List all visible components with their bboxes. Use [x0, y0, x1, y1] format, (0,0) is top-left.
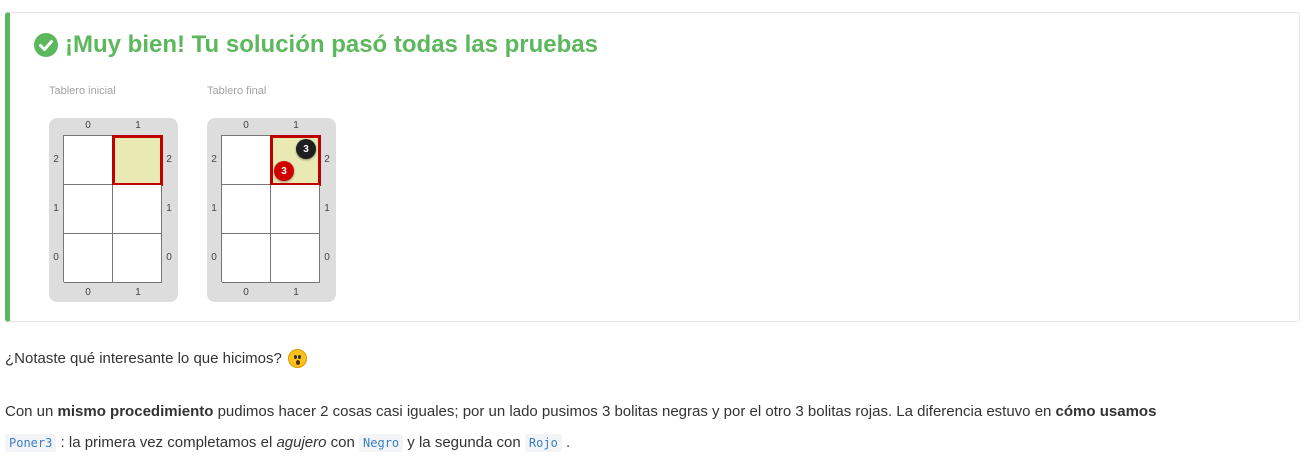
- row-label: 0: [324, 252, 330, 263]
- result-title: ¡Muy bien! Tu solución pasó todas las pr…: [34, 31, 598, 59]
- board-grid: [63, 135, 163, 283]
- board-cell: [271, 185, 320, 234]
- board-caption-final: Tablero final: [207, 85, 267, 97]
- text: : la primera vez completamos el: [56, 434, 277, 451]
- board-cell: [113, 185, 162, 234]
- row-label: 0: [53, 252, 59, 263]
- board-cell: [64, 136, 113, 185]
- board-caption-initial: Tablero inicial: [49, 85, 116, 97]
- row-label: 0: [211, 252, 217, 263]
- result-title-text: ¡Muy bien! Tu solución pasó todas las pr…: [65, 31, 598, 58]
- text: pudimos hacer 2 cosas casi iguales; por …: [213, 403, 1056, 420]
- row-label: 2: [166, 154, 172, 165]
- code-rojo: Rojo: [524, 434, 562, 452]
- check-circle-icon: [34, 33, 58, 57]
- col-label: 1: [293, 120, 299, 131]
- italic-text: agujero: [276, 434, 327, 451]
- code-negro: Negro: [359, 434, 404, 452]
- row-label: 1: [166, 203, 172, 214]
- explanation-paragraph: Con un mismo procedimiento pudimos hacer…: [5, 396, 1295, 459]
- text: .: [561, 434, 571, 451]
- col-label: 0: [243, 287, 249, 298]
- board-grid: 3 3: [221, 135, 321, 283]
- text: Con un: [5, 403, 58, 420]
- board-cell-selected: 3 3: [270, 135, 321, 186]
- col-label: 1: [135, 120, 141, 131]
- hushed-face-emoji-icon: [287, 349, 307, 368]
- board-cell: [222, 185, 271, 234]
- row-label: 1: [53, 203, 59, 214]
- row-label: 2: [324, 154, 330, 165]
- board-cell: [64, 185, 113, 234]
- result-panel: ¡Muy bien! Tu solución pasó todas las pr…: [5, 12, 1300, 322]
- board-initial: 0 1 0 1 2 1 0 2 1 0: [49, 118, 178, 302]
- text: y la segunda con: [403, 434, 525, 451]
- text: con: [326, 434, 360, 451]
- row-label: 0: [166, 252, 172, 263]
- board-cell: [64, 234, 113, 283]
- col-label: 0: [243, 120, 249, 131]
- bold-text: mismo procedimiento: [57, 403, 214, 420]
- board-final: 0 1 0 1 2 1 0 2 1 0 3 3: [207, 118, 336, 302]
- board-cell: [113, 234, 162, 283]
- black-ball-badge: 3: [296, 139, 316, 159]
- board-cell-selected: [112, 135, 163, 186]
- col-label: 1: [135, 287, 141, 298]
- col-label: 0: [85, 120, 91, 131]
- code-poner3: Poner3: [5, 434, 57, 452]
- bold-text: cómo usamos: [1055, 403, 1157, 420]
- row-label: 2: [53, 154, 59, 165]
- board-cell: [222, 234, 271, 283]
- row-label: 1: [211, 203, 217, 214]
- col-label: 0: [85, 287, 91, 298]
- question-text: ¿Notaste qué interesante lo que hicimos?: [5, 350, 282, 367]
- col-label: 1: [293, 287, 299, 298]
- question-line: ¿Notaste qué interesante lo que hicimos?: [5, 349, 307, 368]
- row-label: 2: [211, 154, 217, 165]
- board-cell: [222, 136, 271, 185]
- row-label: 1: [324, 203, 330, 214]
- board-cell: [271, 234, 320, 283]
- red-ball-badge: 3: [274, 161, 294, 181]
